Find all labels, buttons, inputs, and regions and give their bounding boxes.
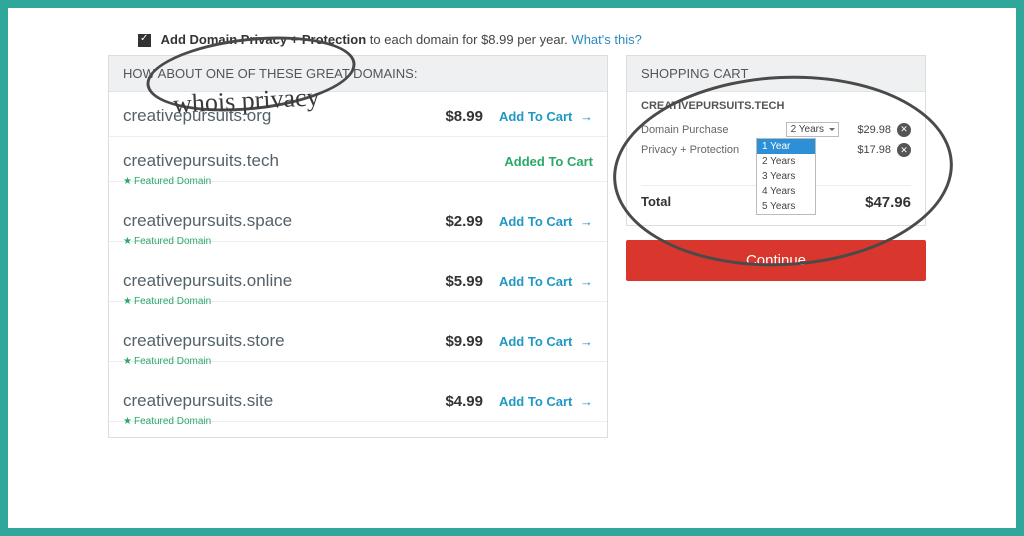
arrow-right-icon: → (580, 109, 593, 124)
featured-badge: ★Featured Domain (123, 176, 607, 187)
shopping-cart-panel: SHOPPING CART CREATIVEPURSUITS.TECH Doma… (626, 55, 926, 226)
term-dropdown[interactable]: 1 Year2 Years3 Years4 Years5 Years (756, 138, 816, 215)
domain-price: $9.99 (413, 333, 483, 350)
whats-this-link[interactable]: What's this? (571, 32, 641, 47)
domain-name: creativepursuits.site (123, 391, 413, 411)
added-to-cart-label: Added To Cart (483, 154, 593, 169)
domains-header: HOW ABOUT ONE OF THESE GREAT DOMAINS: (109, 56, 607, 92)
total-amount: $47.96 (865, 194, 911, 211)
domain-name: creativepursuits.online (123, 271, 413, 291)
term-option[interactable]: 5 Years (757, 199, 815, 214)
privacy-label-bold: Add Domain Privacy + Protection (161, 32, 367, 47)
term-select[interactable]: 2 Years (786, 122, 839, 137)
arrow-right-icon: → (580, 334, 593, 349)
term-option[interactable]: 3 Years (757, 169, 815, 184)
domain-price: $4.99 (413, 393, 483, 410)
privacy-checkbox[interactable] (138, 34, 151, 47)
cart-line-label: Domain Purchase (641, 124, 786, 136)
remove-icon[interactable]: ✕ (897, 143, 911, 157)
remove-icon[interactable]: ✕ (897, 123, 911, 137)
cart-line-domain: Domain Purchase 2 Years $29.98 ✕ 1 Year2… (641, 122, 911, 137)
domain-name: creativepursuits.org (123, 106, 413, 126)
star-icon: ★ (123, 356, 132, 367)
star-icon: ★ (123, 296, 132, 307)
featured-badge: ★Featured Domain (123, 416, 607, 427)
star-icon: ★ (123, 236, 132, 247)
term-option[interactable]: 1 Year (757, 139, 815, 154)
star-icon: ★ (123, 416, 132, 427)
privacy-upsell-row: Add Domain Privacy + Protection to each … (138, 32, 936, 47)
cart-domain-title: CREATIVEPURSUITS.TECH (641, 100, 911, 112)
add-to-cart-button[interactable]: Add To Cart → (483, 109, 593, 124)
domain-price: $8.99 (413, 108, 483, 125)
term-option[interactable]: 2 Years (757, 154, 815, 169)
privacy-label-rest: to each domain for $8.99 per year. (370, 32, 568, 47)
domain-price: $5.99 (413, 273, 483, 290)
add-to-cart-button[interactable]: Add To Cart → (483, 394, 593, 409)
domain-name: creativepursuits.store (123, 331, 413, 351)
arrow-right-icon: → (580, 274, 593, 289)
featured-badge: ★Featured Domain (123, 236, 607, 247)
term-option[interactable]: 4 Years (757, 184, 815, 199)
cart-line-amount: $29.98 (839, 124, 891, 136)
arrow-right-icon: → (580, 394, 593, 409)
continue-button[interactable]: Continue (626, 240, 926, 281)
add-to-cart-button[interactable]: Add To Cart → (483, 334, 593, 349)
add-to-cart-button[interactable]: Add To Cart → (483, 274, 593, 289)
cart-header: SHOPPING CART (627, 56, 925, 92)
featured-badge: ★Featured Domain (123, 296, 607, 307)
arrow-right-icon: → (580, 214, 593, 229)
featured-badge: ★Featured Domain (123, 356, 607, 367)
domain-name: creativepursuits.space (123, 211, 413, 231)
domain-name: creativepursuits.tech (123, 151, 413, 171)
total-label: Total (641, 194, 865, 211)
star-icon: ★ (123, 176, 132, 187)
domain-price: $2.99 (413, 213, 483, 230)
domain-row: creativepursuits.org$8.99Add To Cart → (109, 92, 607, 137)
domain-suggestions-panel: HOW ABOUT ONE OF THESE GREAT DOMAINS: cr… (108, 55, 608, 438)
cart-line-amount: $17.98 (839, 144, 891, 156)
add-to-cart-button[interactable]: Add To Cart → (483, 214, 593, 229)
